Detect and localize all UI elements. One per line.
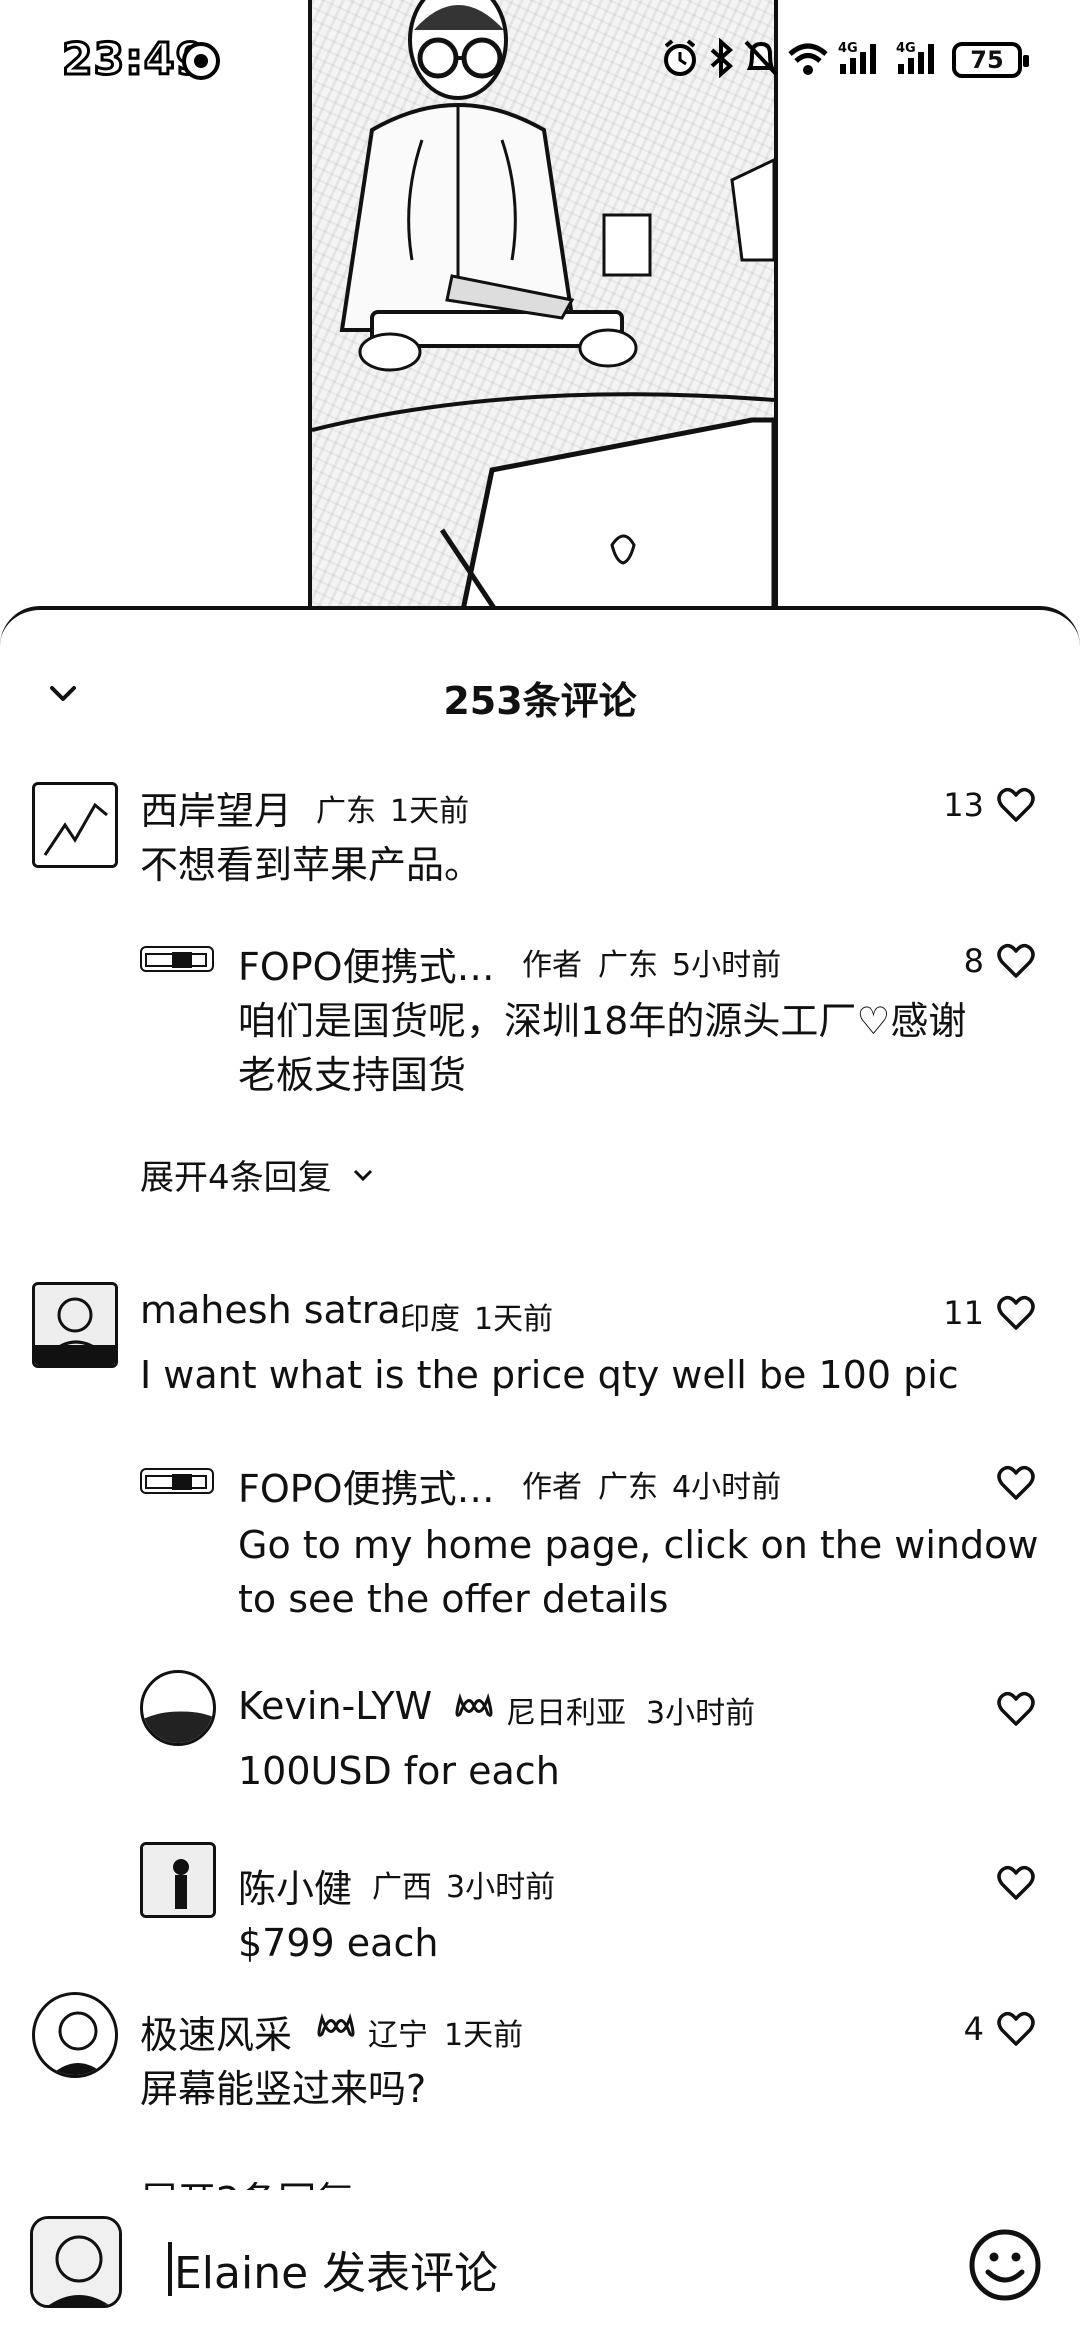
chevron-down-icon	[353, 1169, 372, 1181]
comment-time: 1天前	[444, 2018, 524, 2053]
heart-outline-icon[interactable]	[996, 2010, 1036, 2048]
location-indicator-icon	[180, 40, 222, 86]
avatar[interactable]	[140, 946, 214, 972]
comments-header: 253条评论	[0, 610, 1080, 723]
avatar[interactable]	[140, 1670, 216, 1746]
comment-location: 辽宁	[368, 2018, 428, 2053]
comment-text: 不想看到苹果产品。	[140, 843, 483, 887]
reply-username[interactable]: FOPO便携式…	[238, 936, 495, 991]
comment-text: I want what is the price qty well be 100…	[140, 1353, 959, 1397]
mute-bell-icon	[742, 38, 780, 82]
comment-input-placeholder: Elaine 发表评论	[174, 2248, 499, 2299]
heart-outline-icon[interactable]	[996, 1464, 1036, 1502]
reply-location: 尼日利亚	[506, 1696, 626, 1731]
status-icons: 4G 4G 75	[660, 37, 1029, 82]
reply-text-line1: 咱们是国货呢，深圳18年的源头工厂♡感谢	[238, 999, 967, 1043]
reply-username[interactable]: FOPO便携式…	[238, 1458, 495, 1513]
reply-time: 4小时前	[672, 1470, 782, 1505]
avatar[interactable]	[30, 2216, 122, 2308]
wifi-icon	[786, 38, 830, 82]
reply-text: $799 each	[238, 1921, 439, 1965]
svg-text:4G: 4G	[896, 41, 916, 56]
comment-input-bar: Elaine 发表评论	[0, 2190, 1080, 2340]
heart-outline-icon[interactable]	[996, 1690, 1036, 1728]
signal-4g-icon: 4G	[894, 38, 946, 82]
expand-replies-label: 展开4条回复	[140, 1158, 332, 1198]
infinity-badge-icon	[454, 1690, 494, 1726]
comments-sheet: 253条评论 西岸望月 广东 1天前 13 不想看到苹果产品。 FOPO便携式……	[0, 606, 1080, 2340]
comments-count-title: 253条评论	[443, 679, 637, 723]
comment-location: 印度	[400, 1302, 460, 1337]
comment-username[interactable]: 西岸望月	[140, 780, 292, 835]
text-caret	[168, 2242, 172, 2296]
expand-replies-button[interactable]: 展开4条回复	[140, 1150, 378, 1199]
like-count: 11	[943, 1294, 984, 1332]
reply-username[interactable]: Kevin-LYW	[238, 1684, 432, 1728]
author-tag: 作者	[522, 948, 582, 983]
avatar[interactable]	[140, 1842, 216, 1918]
comment-username[interactable]: 极速风采	[140, 2004, 292, 2059]
avatar[interactable]	[32, 1992, 118, 2078]
author-tag: 作者	[522, 1470, 582, 1505]
like-count: 4	[963, 2010, 984, 2048]
reply-time: 5小时前	[672, 948, 782, 983]
svg-text:4G: 4G	[838, 41, 858, 56]
reply-text-line1: Go to my home page, click on the window	[238, 1523, 1039, 1567]
battery-indicator: 75	[952, 42, 1029, 78]
reply-text: 100USD for each	[238, 1749, 560, 1793]
comment-location: 广东	[316, 794, 376, 829]
heart-outline-icon[interactable]	[996, 1294, 1036, 1332]
reply-text-line2: 老板支持国货	[238, 1053, 467, 1097]
comment-time: 1天前	[390, 794, 470, 829]
infinity-badge-icon	[316, 2010, 356, 2046]
reply-time: 3小时前	[646, 1696, 756, 1731]
reply-location: 广西	[372, 1870, 432, 1905]
status-bar: 23:49 4G 4G 75	[0, 0, 1080, 120]
alarm-icon	[660, 38, 700, 82]
bluetooth-icon	[706, 37, 736, 82]
reply-time: 3小时前	[446, 1870, 556, 1905]
avatar[interactable]	[32, 1282, 118, 1368]
like-count: 13	[943, 786, 984, 824]
avatar[interactable]	[32, 782, 118, 868]
comment-input[interactable]: Elaine 发表评论	[168, 2234, 928, 2304]
like-count: 8	[963, 942, 984, 980]
comment-username[interactable]: mahesh satra	[140, 1288, 401, 1332]
screen: 23:49 4G 4G 75 253条评论 西岸望月 广东 1天前 13 不想看…	[0, 0, 1080, 2340]
heart-outline-icon[interactable]	[996, 942, 1036, 980]
signal-4g-icon: 4G	[836, 38, 888, 82]
smiley-icon[interactable]	[966, 2226, 1044, 2304]
reply-username[interactable]: 陈小健	[238, 1858, 352, 1913]
comment-time: 1天前	[474, 1302, 554, 1337]
comment-text: 屏幕能竖过来吗?	[140, 2067, 427, 2111]
avatar[interactable]	[140, 1468, 214, 1494]
heart-outline-icon[interactable]	[996, 786, 1036, 824]
reply-location: 广东	[598, 1470, 658, 1505]
reply-text-line2: to see the offer details	[238, 1577, 669, 1621]
heart-outline-icon[interactable]	[996, 1864, 1036, 1902]
reply-location: 广东	[598, 948, 658, 983]
